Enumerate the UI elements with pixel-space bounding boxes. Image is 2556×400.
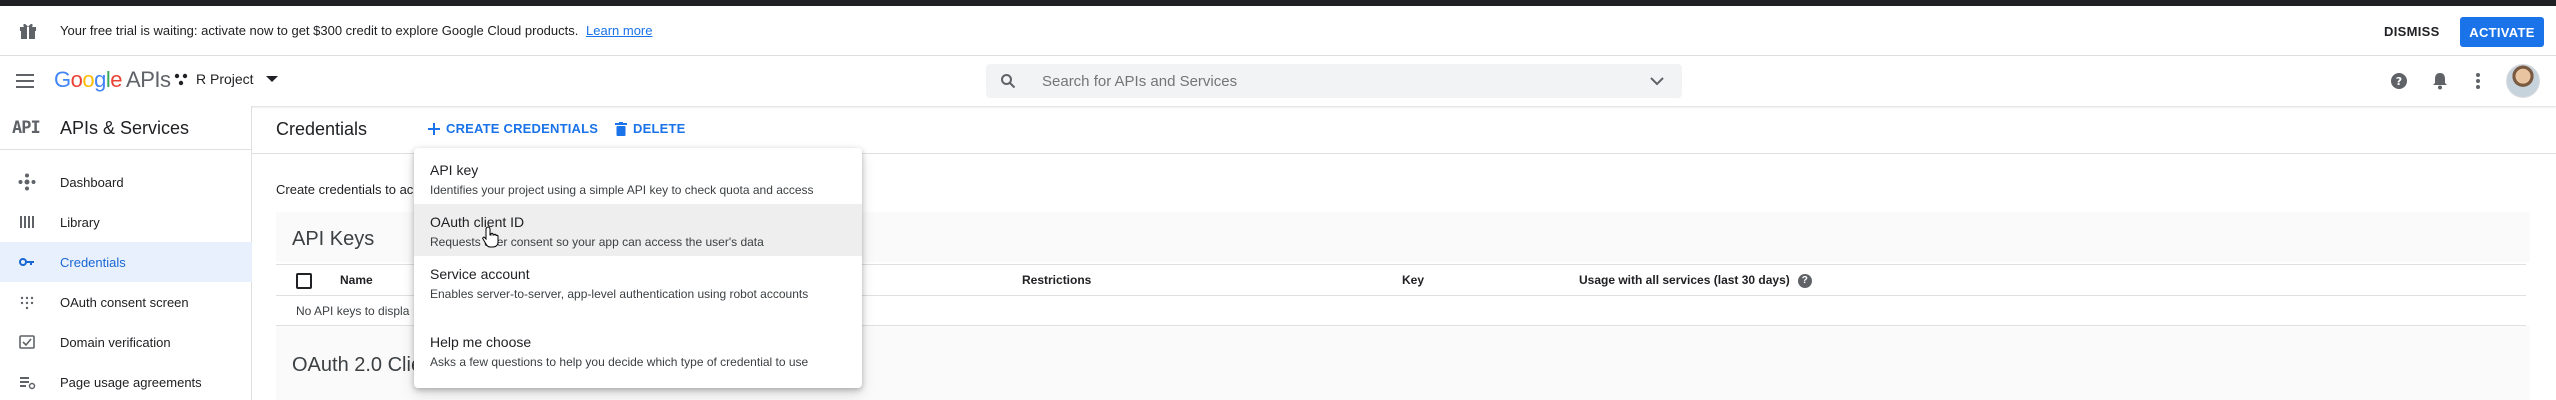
api-icon: API [12,118,41,138]
trash-icon [615,121,627,136]
create-credentials-label: CREATE CREDENTIALS [446,121,599,136]
sidebar-item-label: Dashboard [60,174,124,190]
project-name: R Project [196,71,254,87]
column-usage: Usage with all services (last 30 days)? [1579,273,1812,288]
intro-text: Create credentials to ac [276,182,414,197]
hand-cursor-icon [482,226,499,248]
menu-item-title: Help me choose [430,334,532,350]
create-credentials-button[interactable]: CREATE CREDENTIALS [428,121,598,136]
column-key: Key [1402,273,1425,287]
empty-message: No API keys to displa [296,304,410,318]
menu-item-help-me-choose[interactable]: Help me choose Asks a few questions to h… [414,324,862,376]
search-bar[interactable] [986,64,1682,98]
menu-item-title: OAuth client ID [430,214,525,230]
logo-letter: G [54,67,71,92]
caret-down-icon [265,76,278,82]
sidebar-item-label: Library [60,214,100,230]
sidebar-item-oauth-consent[interactable]: OAuth consent screen [0,282,252,322]
trial-message-text: Your free trial is waiting: activate now… [60,23,579,38]
delete-label: DELETE [633,121,686,136]
consent-icon [20,296,34,310]
google-apis-logo[interactable]: Google APIs [54,67,171,93]
activate-button[interactable]: ACTIVATE [2460,17,2544,47]
search-input[interactable] [1042,64,1602,98]
help-icon[interactable]: ? [1797,273,1812,288]
sidebar-item-label: Domain verification [60,334,171,350]
menu-icon[interactable] [16,71,38,91]
chevron-down-icon[interactable] [1650,75,1664,87]
menu-item-api-key[interactable]: API key Identifies your project using a … [414,152,862,204]
menu-item-desc: Enables server-to-server, app-level auth… [430,287,809,301]
logo-letter: o [82,67,95,92]
search-icon [1001,74,1016,89]
app-header: GoogleAPIs R Project ? [0,56,2556,106]
menu-item-desc: Requests user consent so your app can ac… [430,235,764,249]
sidebar-item-dashboard[interactable]: Dashboard [0,162,252,202]
column-restrictions: Restrictions [1022,273,1092,287]
key-icon [19,258,34,266]
logo-letter: o [70,67,83,92]
page-title: Credentials [276,119,368,139]
sidebar: API APIs & Services Dashboard Library Cr… [0,106,252,400]
api-keys-heading: API Keys [292,228,375,250]
help-icon[interactable]: ? [2389,71,2409,91]
settings-list-icon [20,377,36,390]
plus-icon [428,122,440,135]
select-all-checkbox[interactable] [296,273,312,289]
trial-banner: Your free trial is waiting: activate now… [0,6,2556,56]
gift-icon [20,23,36,39]
trial-message: Your free trial is waiting: activate now… [60,23,652,38]
learn-more-link[interactable]: Learn more [586,23,652,38]
oauth-heading: OAuth 2.0 Clie [292,354,423,376]
dismiss-button[interactable]: DISMISS [2372,17,2452,45]
column-name[interactable]: Name [340,273,373,287]
logo-suffix: APIs [126,67,171,92]
page-toolbar: Credentials CREATE CREDENTIALS DELETE [252,106,2556,154]
avatar[interactable] [2506,64,2540,98]
notifications-icon[interactable] [2430,71,2450,91]
sidebar-item-library[interactable]: Library [0,202,252,242]
svg-text:?: ? [2396,75,2402,88]
sidebar-item-page-usage[interactable]: Page usage agreements [0,362,252,400]
menu-item-service-account[interactable]: Service account Enables server-to-server… [414,256,862,308]
create-credentials-menu: API key Identifies your project using a … [414,148,862,388]
column-usage-label: Usage with all services (last 30 days) [1579,273,1790,287]
domain-check-icon [19,335,35,349]
sidebar-item-label: OAuth consent screen [60,294,189,310]
more-vert-icon[interactable] [2468,71,2488,91]
menu-item-desc: Asks a few questions to help you decide … [430,355,809,369]
sidebar-item-label: Credentials [60,254,126,270]
sidebar-item-credentials[interactable]: Credentials [0,242,252,282]
library-icon [20,216,34,228]
logo-letter: e [110,67,123,92]
project-selector[interactable]: R Project [174,71,278,87]
sidebar-item-domain-verification[interactable]: Domain verification [0,322,252,362]
project-dots-icon [174,73,188,86]
sidebar-title: APIs & Services [60,118,190,138]
dashboard-icon [18,173,36,191]
logo-letter: g [94,67,106,92]
sidebar-header: API APIs & Services [0,106,252,150]
sidebar-item-label: Page usage agreements [60,374,202,390]
menu-item-title: API key [430,162,479,178]
menu-item-title: Service account [430,266,530,282]
delete-button[interactable]: DELETE [615,121,685,136]
menu-item-desc: Identifies your project using a simple A… [430,183,814,197]
